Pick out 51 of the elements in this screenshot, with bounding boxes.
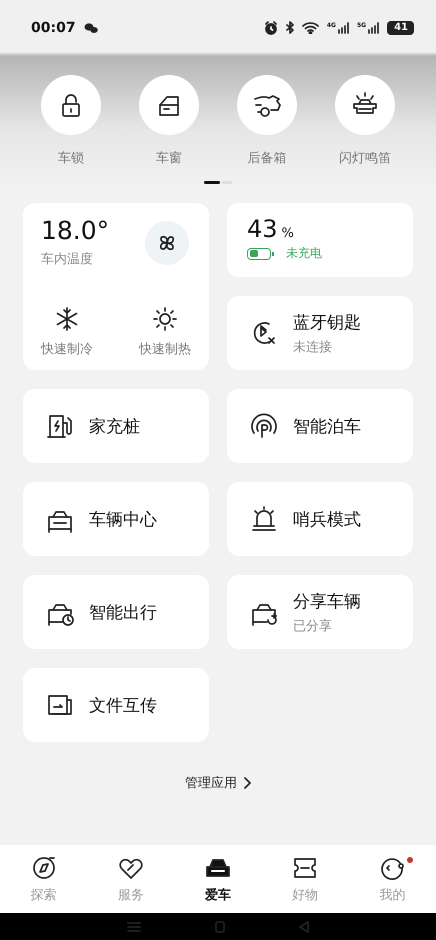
climate-card[interactable]: 18.0° 车内温度 快速制冷 快速制热 xyxy=(23,203,209,370)
snowflake-icon xyxy=(54,306,80,332)
alarm-light-icon xyxy=(249,504,279,534)
chat-icon xyxy=(84,22,98,34)
charging-status: 未充电 xyxy=(286,245,322,262)
battery-card[interactable]: 43 % 未充电 xyxy=(227,203,413,277)
app-card[interactable]: 分享车辆 已分享 xyxy=(227,575,413,649)
app-title: 家充桩 xyxy=(89,416,140,438)
battery-percent: 43 xyxy=(247,215,278,243)
quick-action-label: 闪灯鸣笛 xyxy=(339,150,391,167)
manage-apps-link[interactable]: 管理应用 xyxy=(185,774,251,792)
app-card[interactable]: 文件互传 xyxy=(23,668,209,742)
app-title: 蓝牙钥匙 xyxy=(293,312,361,334)
quick-action-label: 后备箱 xyxy=(248,150,286,167)
app-title: 智能泊车 xyxy=(293,416,361,438)
app-card[interactable]: 哨兵模式 xyxy=(227,482,413,556)
status-time: 00:07 xyxy=(31,20,76,36)
parking-sensor-icon xyxy=(249,411,279,441)
app-title: 智能出行 xyxy=(89,602,157,624)
app-card[interactable]: 车辆中心 xyxy=(23,482,209,556)
menu-icon xyxy=(127,922,141,932)
chevron-right-icon xyxy=(243,777,251,789)
signal-icon xyxy=(336,22,349,34)
temperature-label: 车内温度 xyxy=(41,251,94,268)
app-card[interactable]: 智能出行 xyxy=(23,575,209,649)
quick-action-label: 车锁 xyxy=(58,150,84,167)
app-card[interactable]: 蓝牙钥匙 未连接 xyxy=(227,296,413,370)
sun-icon xyxy=(152,306,178,332)
fan-button[interactable] xyxy=(145,221,189,265)
wifi-icon xyxy=(302,21,319,34)
app-subtitle: 已分享 xyxy=(293,618,333,634)
home-icon xyxy=(215,920,225,932)
battery-indicator: 41 xyxy=(387,20,414,34)
battery-icon xyxy=(247,248,274,260)
signal-icon xyxy=(367,22,380,34)
percent-unit: % xyxy=(282,226,294,241)
climate-action-button[interactable]: 快速制热 xyxy=(139,306,191,358)
temperature-value: 18.0° xyxy=(41,217,110,245)
app-title: 车辆中心 xyxy=(89,508,157,530)
app-title: 分享车辆 xyxy=(293,590,361,612)
quick-action-label: 车窗 xyxy=(156,150,182,167)
app-subtitle: 未连接 xyxy=(293,338,333,356)
climate-action-button[interactable]: 快速制冷 xyxy=(41,306,93,358)
app-title: 文件互传 xyxy=(89,694,157,716)
tab[interactable]: 爱车 xyxy=(174,845,262,913)
back-icon xyxy=(299,920,309,932)
app-card[interactable]: 家充桩 xyxy=(23,389,209,463)
alarm-icon xyxy=(264,20,278,34)
app-title: 哨兵模式 xyxy=(293,508,361,530)
app-card[interactable]: 智能泊车 xyxy=(227,389,413,463)
bluetooth-icon xyxy=(286,21,294,34)
